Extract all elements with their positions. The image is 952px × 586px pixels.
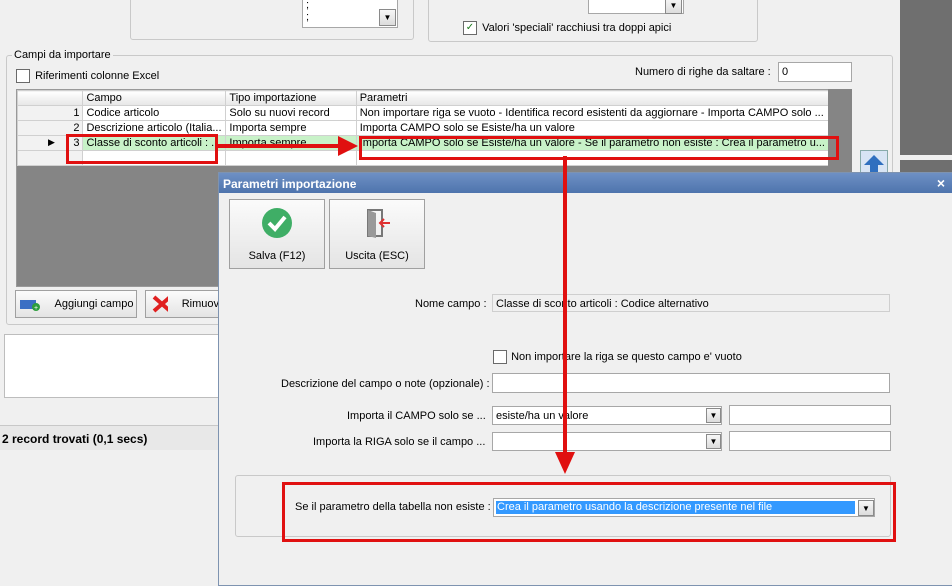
remove-label: Rimuov bbox=[181, 298, 219, 310]
separator-value-2: ; bbox=[306, 11, 310, 23]
import-field-if-extra-input[interactable] bbox=[729, 405, 891, 425]
cell-tipo[interactable]: Importa sempre bbox=[225, 135, 357, 151]
exit-button[interactable]: Uscita (ESC) bbox=[329, 199, 425, 269]
cell-campo[interactable]: Codice articolo bbox=[82, 105, 227, 121]
save-label: Salva (F12) bbox=[248, 250, 306, 262]
import-field-if-value: esiste/ha un valore bbox=[496, 410, 589, 422]
row-pointer-icon: ▶ bbox=[48, 137, 55, 147]
column-header-tipo[interactable]: Tipo importazione bbox=[225, 90, 357, 106]
highlight-box-param-missing bbox=[282, 482, 896, 542]
add-field-button[interactable]: + Aggiungi campo bbox=[15, 290, 137, 318]
description-input[interactable] bbox=[492, 373, 890, 393]
column-header-parametri[interactable]: Parametri bbox=[355, 90, 830, 106]
skip-if-empty-label: Non importare la riga se questo campo e'… bbox=[511, 350, 742, 363]
column-header-campo[interactable]: Campo bbox=[82, 90, 227, 106]
import-params-dialog: Parametri importazione × Salva (F12) Usc… bbox=[218, 172, 952, 586]
grid-header-row: Campo Tipo importazione Parametri bbox=[16, 90, 830, 106]
chevron-down-icon[interactable]: ▼ bbox=[665, 0, 682, 14]
cell-tipo[interactable]: Importa sempre bbox=[225, 120, 357, 136]
status-bar: 2 record trovati (0,1 secs) bbox=[0, 425, 218, 450]
highlight-box-campo bbox=[66, 134, 218, 164]
svg-text:+: + bbox=[34, 305, 38, 311]
special-values-label: Valori 'speciali' racchiusi tra doppi ap… bbox=[482, 21, 672, 34]
special-values-checkbox[interactable]: ✓ Valori 'speciali' racchiusi tra doppi … bbox=[463, 21, 671, 35]
notes-area[interactable] bbox=[4, 334, 220, 398]
exit-label: Uscita (ESC) bbox=[345, 250, 409, 262]
red-x-icon bbox=[152, 295, 168, 313]
checkbox[interactable] bbox=[16, 69, 30, 83]
check-circle-icon bbox=[262, 208, 292, 238]
add-field-icon: + bbox=[19, 300, 40, 311]
excel-refs-checkbox[interactable]: Riferimenti colonne Excel bbox=[16, 69, 159, 83]
import-row-if-extra-input[interactable] bbox=[729, 431, 891, 451]
row-number: 1 bbox=[16, 105, 84, 121]
separator-value-1: ; bbox=[306, 0, 310, 11]
import-row-if-label: Importa la RIGA solo se il campo ... bbox=[313, 436, 486, 448]
excel-refs-label: Riferimenti colonne Excel bbox=[35, 69, 160, 82]
door-exit-icon bbox=[367, 209, 390, 238]
field-name-label: Nome campo : bbox=[415, 298, 487, 310]
skip-if-empty-checkbox[interactable]: Non importare la riga se questo campo e'… bbox=[493, 350, 742, 364]
empty-cell bbox=[225, 150, 357, 166]
checkbox[interactable]: ✓ bbox=[463, 21, 477, 35]
chevron-down-icon[interactable]: ▼ bbox=[706, 434, 721, 449]
table-row[interactable]: 1 Codice articolo Solo su nuovi record N… bbox=[16, 105, 830, 121]
field-name-text: Classe di sconto articoli : Codice alter… bbox=[496, 298, 709, 310]
description-label: Descrizione del campo o note (opzionale)… bbox=[281, 378, 490, 390]
checkbox[interactable] bbox=[493, 350, 507, 364]
import-row-if-select[interactable]: ▼ bbox=[492, 432, 722, 451]
add-field-label: Aggiungi campo bbox=[54, 298, 134, 310]
import-field-if-label: Importa il CAMPO solo se ... bbox=[347, 410, 486, 422]
chevron-down-icon[interactable]: ▼ bbox=[706, 408, 721, 423]
row-number-header bbox=[16, 90, 84, 106]
skip-rows-label: Numero di righe da saltare : bbox=[635, 66, 771, 78]
fields-panel-title: Campi da importare bbox=[12, 49, 113, 61]
cell-parametri[interactable]: Non importare riga se vuoto - Identifica… bbox=[355, 105, 830, 121]
import-field-if-select[interactable]: esiste/ha un valore ▼ bbox=[492, 406, 722, 425]
dialog-title: Parametri importazione bbox=[223, 177, 357, 191]
cell-tipo[interactable]: Solo su nuovi record bbox=[225, 105, 357, 121]
save-button[interactable]: Salva (F12) bbox=[229, 199, 325, 269]
cell-parametri[interactable]: Importa CAMPO solo se Esiste/ha un valor… bbox=[355, 120, 830, 136]
remove-button[interactable]: Rimuov bbox=[145, 290, 220, 318]
close-icon[interactable]: × bbox=[937, 175, 945, 191]
skip-rows-input[interactable]: 0 bbox=[778, 62, 852, 82]
separator-list[interactable]: ; ; ▼ bbox=[302, 0, 398, 28]
highlight-box-parametri bbox=[359, 136, 839, 160]
field-name-value: Classe di sconto articoli : Codice alter… bbox=[492, 294, 890, 312]
scroll-down-button[interactable]: ▼ bbox=[379, 9, 396, 26]
delimiter-combo[interactable]: ▼ bbox=[588, 0, 684, 14]
skip-rows-value: 0 bbox=[782, 66, 789, 78]
dialog-titlebar: Parametri importazione × bbox=[219, 173, 952, 193]
records-status: 2 record trovati (0,1 secs) bbox=[2, 432, 148, 446]
background-area bbox=[900, 0, 952, 155]
